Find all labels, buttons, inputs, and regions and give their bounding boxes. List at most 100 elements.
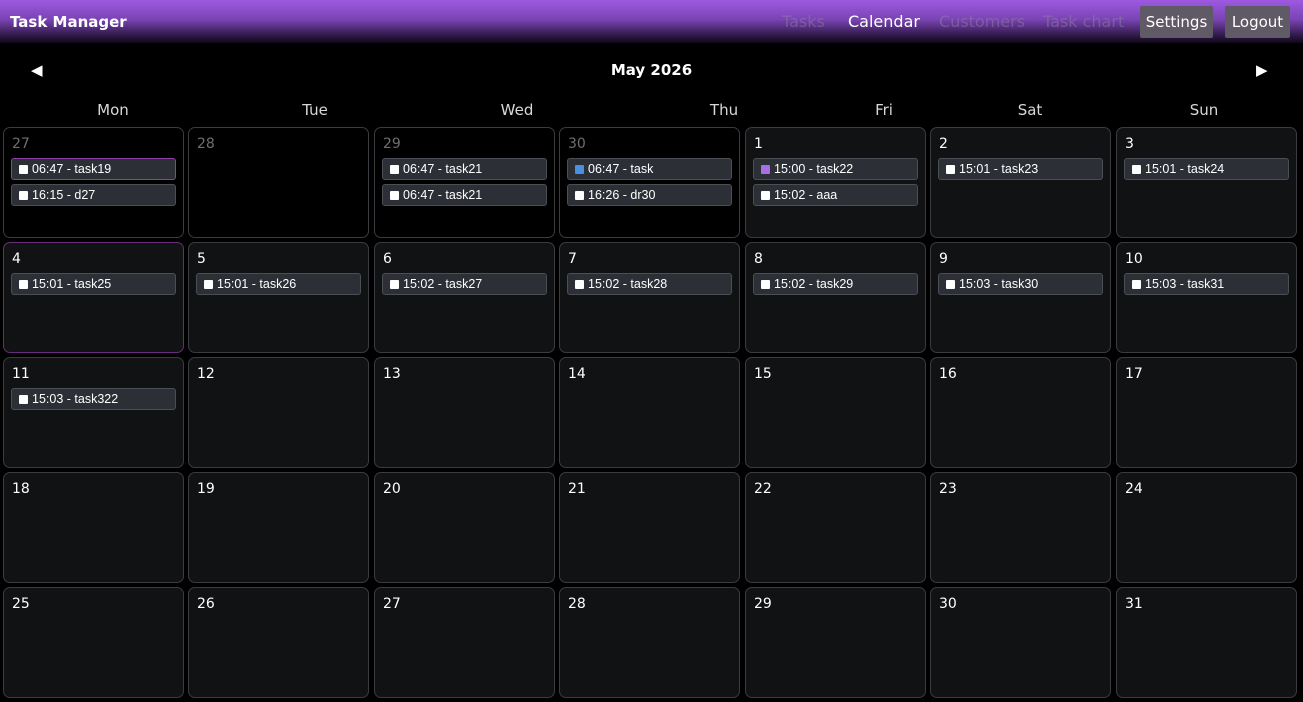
event-checkbox-icon[interactable] [19, 280, 28, 289]
day-cell[interactable]: 16 [930, 357, 1111, 468]
day-cell[interactable]: 25 [3, 587, 184, 698]
logout-button[interactable]: Logout [1225, 6, 1290, 38]
event-label: 15:01 - task24 [1145, 162, 1225, 176]
event-checkbox-icon[interactable] [19, 165, 28, 174]
day-cell[interactable]: 29 [745, 587, 926, 698]
day-cell[interactable]: 6 15:02 - task27 [374, 242, 555, 353]
day-cell[interactable]: 30 06:47 - task 16:26 - dr30 [559, 127, 740, 238]
calendar-event[interactable]: 06:47 - task21 [382, 184, 547, 206]
event-checkbox-icon[interactable] [204, 280, 213, 289]
day-cell[interactable]: 28 [559, 587, 740, 698]
event-checkbox-icon[interactable] [575, 191, 584, 200]
day-number: 29 [383, 136, 401, 152]
calendar-event[interactable]: 06:47 - task [567, 158, 732, 180]
day-cell[interactable]: 20 [374, 472, 555, 583]
weekday-wed: Wed [500, 101, 534, 119]
day-cell[interactable]: 9 15:03 - task30 [930, 242, 1111, 353]
calendar-event[interactable]: 15:01 - task25 [11, 273, 176, 295]
event-checkbox-icon[interactable] [1132, 165, 1141, 174]
event-checkbox-icon[interactable] [19, 395, 28, 404]
day-cell[interactable]: 5 15:01 - task26 [188, 242, 369, 353]
calendar-event[interactable]: 15:01 - task23 [938, 158, 1103, 180]
event-checkbox-icon[interactable] [390, 191, 399, 200]
day-cell[interactable]: 14 [559, 357, 740, 468]
nav-calendar[interactable]: Calendar [848, 0, 920, 43]
event-checkbox-icon[interactable] [761, 191, 770, 200]
day-number: 6 [383, 251, 392, 267]
event-label: 15:01 - task25 [32, 277, 112, 291]
calendar-event[interactable]: 16:15 - d27 [11, 184, 176, 206]
weekday-sun: Sun [1189, 101, 1219, 119]
day-cell[interactable]: 2 15:01 - task23 [930, 127, 1111, 238]
calendar-event[interactable]: 06:47 - task19 [11, 158, 176, 180]
app-title: Task Manager [10, 13, 127, 31]
calendar-event[interactable]: 15:01 - task26 [196, 273, 361, 295]
day-cell[interactable]: 7 15:02 - task28 [559, 242, 740, 353]
event-checkbox-icon[interactable] [1132, 280, 1141, 289]
event-label: 06:47 - task21 [403, 188, 483, 202]
calendar-event[interactable]: 15:03 - task322 [11, 388, 176, 410]
day-cell[interactable]: 21 [559, 472, 740, 583]
day-cell[interactable]: 31 [1116, 587, 1297, 698]
day-cell[interactable]: 27 06:47 - task19 16:15 - d27 [3, 127, 184, 238]
event-label: 15:02 - task28 [588, 277, 668, 291]
event-checkbox-icon[interactable] [19, 191, 28, 200]
day-cell[interactable]: 26 [188, 587, 369, 698]
event-checkbox-icon[interactable] [761, 165, 770, 174]
event-label: 15:03 - task31 [1145, 277, 1225, 291]
day-cell[interactable]: 11 15:03 - task322 [3, 357, 184, 468]
nav-task-chart[interactable]: Task chart [1043, 0, 1124, 43]
day-cell[interactable]: 8 15:02 - task29 [745, 242, 926, 353]
event-checkbox-icon[interactable] [946, 280, 955, 289]
day-number: 10 [1125, 251, 1143, 267]
day-cell[interactable]: 27 [374, 587, 555, 698]
day-cell[interactable]: 29 06:47 - task21 06:47 - task21 [374, 127, 555, 238]
nav-customers[interactable]: Customers [939, 0, 1025, 43]
day-cell[interactable]: 12 [188, 357, 369, 468]
day-cell[interactable]: 19 [188, 472, 369, 583]
calendar-event[interactable]: 15:02 - task28 [567, 273, 732, 295]
day-number: 31 [1125, 596, 1143, 612]
day-cell[interactable]: 22 [745, 472, 926, 583]
event-label: 15:01 - task26 [217, 277, 297, 291]
nav-tasks[interactable]: Tasks [782, 0, 825, 43]
event-checkbox-icon[interactable] [575, 280, 584, 289]
day-cell[interactable]: 15 [745, 357, 926, 468]
day-cell[interactable]: 4 15:01 - task25 [3, 242, 184, 353]
day-cell[interactable]: 17 [1116, 357, 1297, 468]
calendar-event[interactable]: 15:02 - task29 [753, 273, 918, 295]
day-number: 15 [754, 366, 772, 382]
calendar-event[interactable]: 06:47 - task21 [382, 158, 547, 180]
day-cell[interactable]: 3 15:01 - task24 [1116, 127, 1297, 238]
next-month-button[interactable]: ▶ [1256, 61, 1268, 79]
calendar-event[interactable]: 16:26 - dr30 [567, 184, 732, 206]
calendar-event[interactable]: 15:02 - task27 [382, 273, 547, 295]
weekday-sat: Sat [1017, 101, 1043, 119]
calendar-event[interactable]: 15:00 - task22 [753, 158, 918, 180]
calendar-event[interactable]: 15:03 - task31 [1124, 273, 1289, 295]
day-number: 20 [383, 481, 401, 497]
calendar-event[interactable]: 15:01 - task24 [1124, 158, 1289, 180]
day-number: 17 [1125, 366, 1143, 382]
day-number: 12 [197, 366, 215, 382]
day-cell[interactable]: 13 [374, 357, 555, 468]
event-checkbox-icon[interactable] [946, 165, 955, 174]
day-cell[interactable]: 23 [930, 472, 1111, 583]
settings-button[interactable]: Settings [1140, 6, 1213, 38]
event-label: 15:02 - aaa [774, 188, 838, 202]
event-checkbox-icon[interactable] [575, 165, 584, 174]
day-number: 27 [383, 596, 401, 612]
day-cell[interactable]: 18 [3, 472, 184, 583]
calendar-event[interactable]: 15:02 - aaa [753, 184, 918, 206]
event-checkbox-icon[interactable] [390, 165, 399, 174]
event-checkbox-icon[interactable] [761, 280, 770, 289]
event-checkbox-icon[interactable] [390, 280, 399, 289]
day-number: 7 [568, 251, 577, 267]
day-cell[interactable]: 24 [1116, 472, 1297, 583]
day-number: 9 [939, 251, 948, 267]
calendar-event[interactable]: 15:03 - task30 [938, 273, 1103, 295]
day-cell[interactable]: 28 [188, 127, 369, 238]
day-cell[interactable]: 30 [930, 587, 1111, 698]
day-cell[interactable]: 10 15:03 - task31 [1116, 242, 1297, 353]
day-cell[interactable]: 1 15:00 - task22 15:02 - aaa [745, 127, 926, 238]
